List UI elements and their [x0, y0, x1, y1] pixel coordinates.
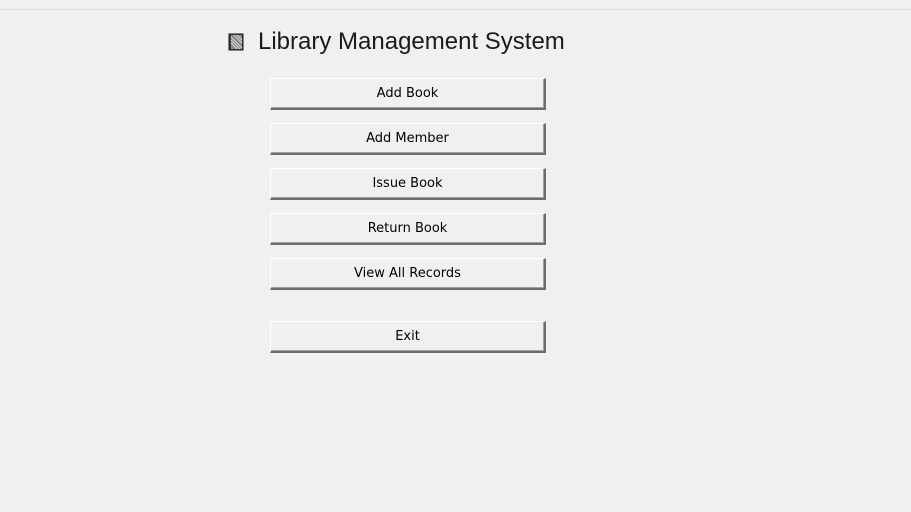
- issue-book-button[interactable]: Issue Book: [270, 168, 546, 200]
- add-book-button[interactable]: Add Book: [270, 78, 546, 110]
- window-top-edge: [0, 0, 911, 10]
- add-member-button[interactable]: Add Member: [270, 123, 546, 155]
- view-all-records-button[interactable]: View All Records: [270, 258, 546, 290]
- return-book-button[interactable]: Return Book: [270, 213, 546, 245]
- app-header: Library Management System: [228, 26, 565, 58]
- book-icon: [228, 33, 244, 51]
- page-title: Library Management System: [258, 28, 565, 55]
- exit-button[interactable]: Exit: [270, 321, 546, 353]
